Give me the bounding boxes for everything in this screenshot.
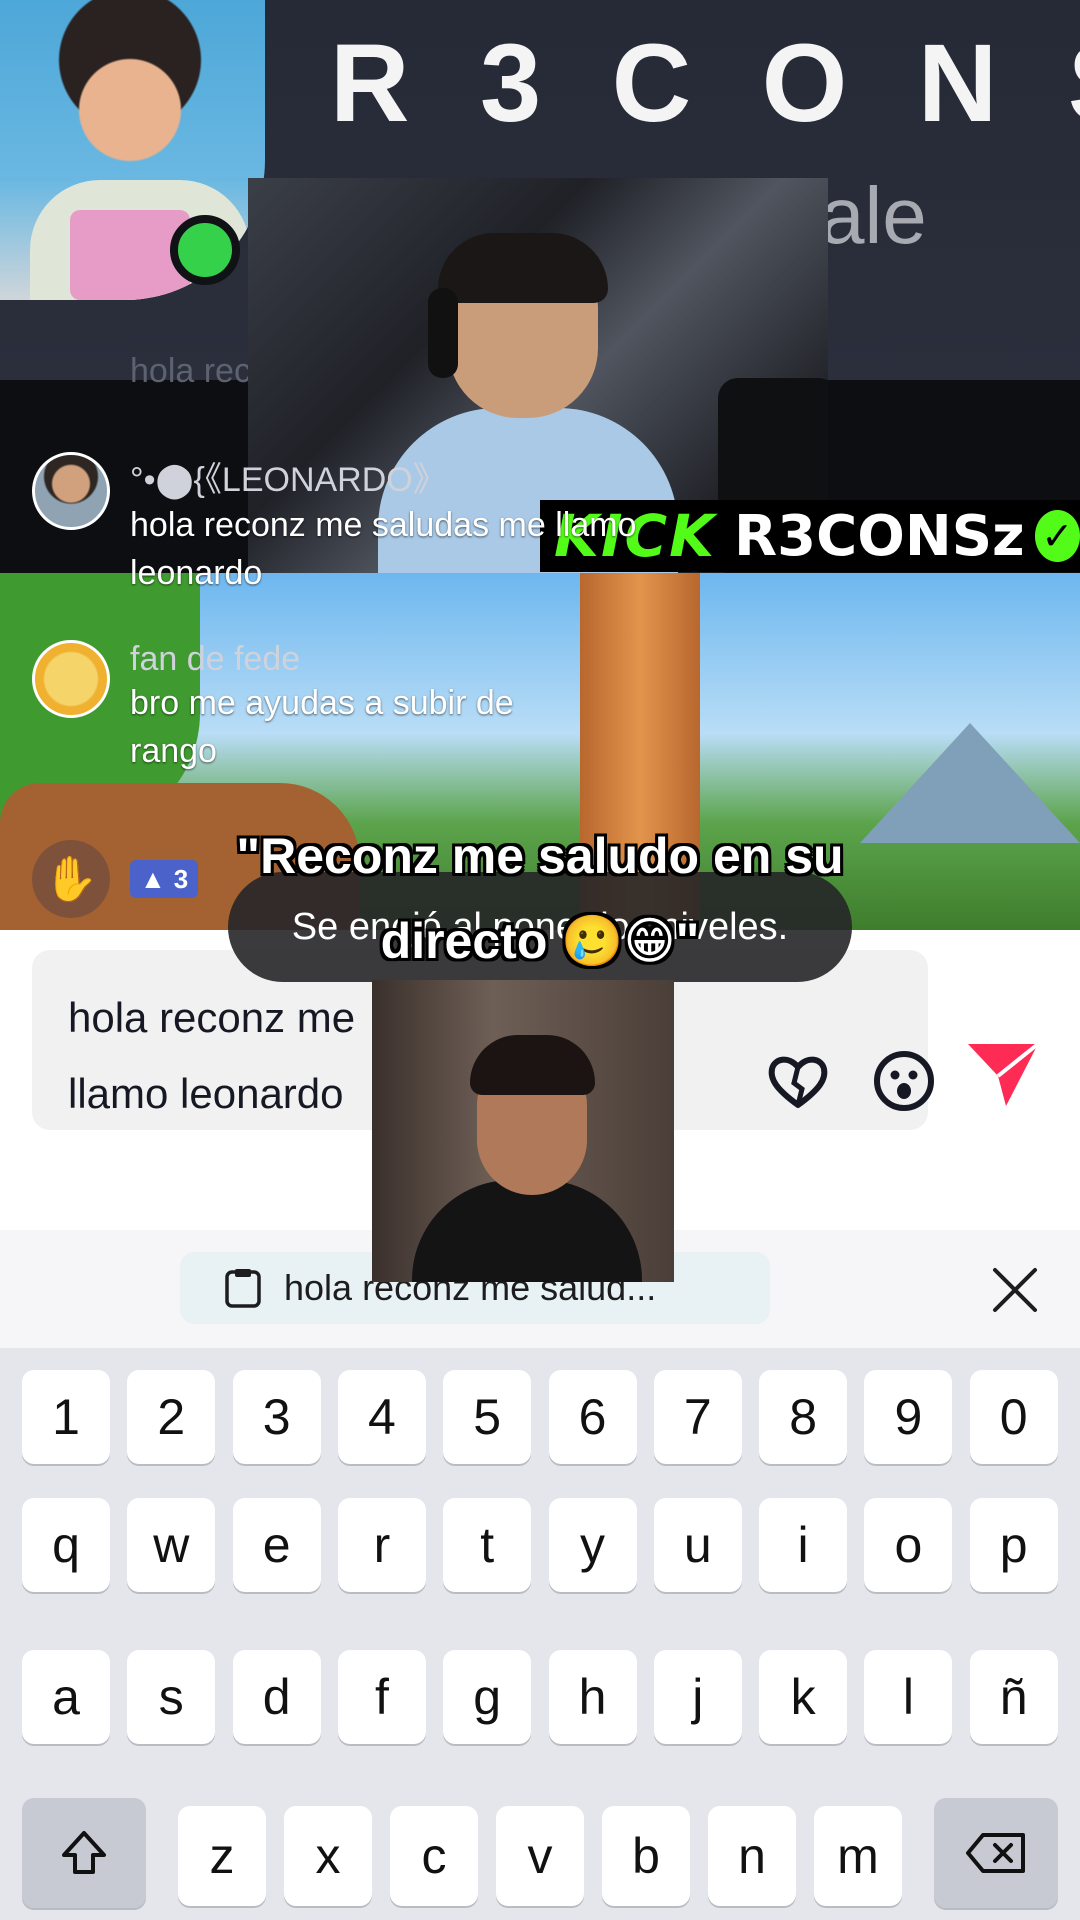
key-r[interactable]: r (337, 1498, 426, 1592)
key-k[interactable]: k (759, 1650, 848, 1744)
close-icon[interactable] (985, 1260, 1045, 1320)
chat-message[interactable]: fan de fede bro me ayudas a subir de ran… (32, 640, 600, 775)
headset-icon (428, 288, 458, 378)
key-3[interactable]: 3 (232, 1370, 321, 1464)
backspace-key[interactable] (934, 1798, 1058, 1908)
video-caption-line2: directo 🥲😁" (380, 913, 700, 969)
key-p[interactable]: p (969, 1498, 1058, 1592)
chat-message-text: bro me ayudas a subir de rango (130, 684, 514, 770)
video-caption-line1: "Reconz me saludo en su (236, 828, 844, 884)
key-t[interactable]: t (443, 1498, 532, 1592)
key-2[interactable]: 2 (127, 1370, 216, 1464)
key-8[interactable]: 8 (759, 1370, 848, 1464)
key-9[interactable]: 9 (864, 1370, 953, 1464)
avatar[interactable] (32, 640, 110, 718)
key-j[interactable]: j (653, 1650, 742, 1744)
clipboard-icon (225, 1269, 261, 1308)
key-v[interactable]: v (496, 1806, 584, 1906)
shift-icon (62, 1831, 106, 1874)
key-i[interactable]: i (759, 1498, 848, 1592)
reactor-webcam (372, 980, 674, 1282)
streamer-hair (438, 233, 608, 303)
key-m[interactable]: m (814, 1806, 902, 1906)
key-q[interactable]: q (22, 1498, 110, 1592)
key-x[interactable]: x (284, 1806, 372, 1906)
live-stream-view: R 3 C O N Sz ale hola reconsz como KICK … (0, 0, 1080, 930)
verified-check-icon: ✓ (1034, 510, 1080, 562)
channel-name-banner: R 3 C O N Sz (330, 22, 1080, 145)
heart-sticker-icon[interactable] (762, 1045, 834, 1117)
key-6[interactable]: 6 (548, 1370, 637, 1464)
shift-key[interactable] (22, 1798, 146, 1908)
key-4[interactable]: 4 (337, 1370, 426, 1464)
key-e[interactable]: e (232, 1498, 321, 1592)
chat-username[interactable]: fan de fede (130, 640, 600, 679)
key-1[interactable]: 1 (22, 1370, 110, 1464)
reactor-shirt (412, 1180, 642, 1282)
chat-message-body: fan de fede bro me ayudas a subir de ran… (130, 640, 600, 775)
backspace-icon (966, 1833, 1025, 1873)
kick-channel-name: R3CONSz (734, 503, 1025, 569)
key-s[interactable]: s (127, 1650, 216, 1744)
key-l[interactable]: l (864, 1650, 953, 1744)
key-7[interactable]: 7 (653, 1370, 742, 1464)
key-n[interactable]: n (708, 1806, 796, 1906)
key-y[interactable]: y (548, 1498, 637, 1592)
chat-message-text: hola reconz me saludas me llamo leonardo (130, 506, 637, 592)
key-o[interactable]: o (864, 1498, 953, 1592)
soft-keyboard: 1234567890 qwertyuiop asdfghjklñ zxcvbnm (0, 1348, 1080, 1920)
emoji-icon[interactable] (868, 1045, 940, 1117)
chat-username[interactable]: °•⬤{《LEONARDO》 (130, 452, 650, 501)
key-a[interactable]: a (22, 1650, 110, 1744)
avatar[interactable] (32, 452, 110, 530)
key-w[interactable]: w (127, 1498, 216, 1592)
key-z[interactable]: z (178, 1806, 266, 1906)
key-f[interactable]: f (337, 1650, 426, 1744)
key-b[interactable]: b (602, 1806, 690, 1906)
chat-message[interactable]: °•⬤{《LEONARDO》 hola reconz me saludas me… (32, 452, 650, 597)
online-indicator (170, 215, 240, 285)
channel-subtitle: ale (820, 171, 927, 260)
key-h[interactable]: h (548, 1650, 637, 1744)
chat-message-body: °•⬤{《LEONARDO》 hola reconz me saludas me… (130, 452, 650, 597)
key-5[interactable]: 5 (443, 1370, 532, 1464)
key-g[interactable]: g (443, 1650, 532, 1744)
key-d[interactable]: d (232, 1650, 321, 1744)
key-u[interactable]: u (653, 1498, 742, 1592)
key-0[interactable]: 0 (969, 1370, 1058, 1464)
key-c[interactable]: c (390, 1806, 478, 1906)
reactor-hair (470, 1035, 595, 1095)
send-icon[interactable] (960, 1030, 1044, 1114)
key-ñ[interactable]: ñ (969, 1650, 1058, 1744)
